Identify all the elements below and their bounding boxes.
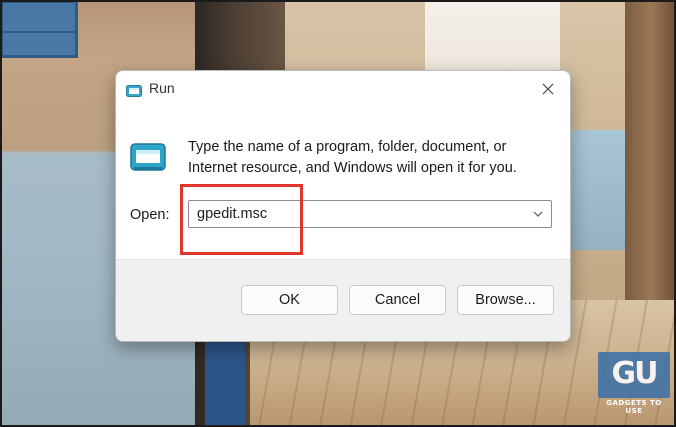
open-label: Open: [130,207,170,223]
watermark: GU GADGETS TO USE [598,352,670,415]
chevron-down-icon [533,211,543,217]
run-program-icon [130,143,166,173]
watermark-logo-text: GU [611,356,659,391]
dialog-footer: OK Cancel Browse... [116,259,570,341]
watermark-logo: GU [598,352,670,398]
close-icon [542,83,554,95]
background-window [0,0,78,58]
watermark-caption: GADGETS TO USE [606,399,662,415]
dropdown-button[interactable] [525,201,551,227]
title-bar[interactable]: Run [116,71,570,107]
cancel-button[interactable]: Cancel [349,285,446,315]
ok-button[interactable]: OK [241,285,338,315]
highlight-annotation [180,184,303,255]
browse-button[interactable]: Browse... [457,285,554,315]
close-button[interactable] [530,75,566,103]
run-icon [126,82,142,97]
dialog-title: Run [149,80,175,96]
dialog-description: Type the name of a program, folder, docu… [188,139,517,176]
